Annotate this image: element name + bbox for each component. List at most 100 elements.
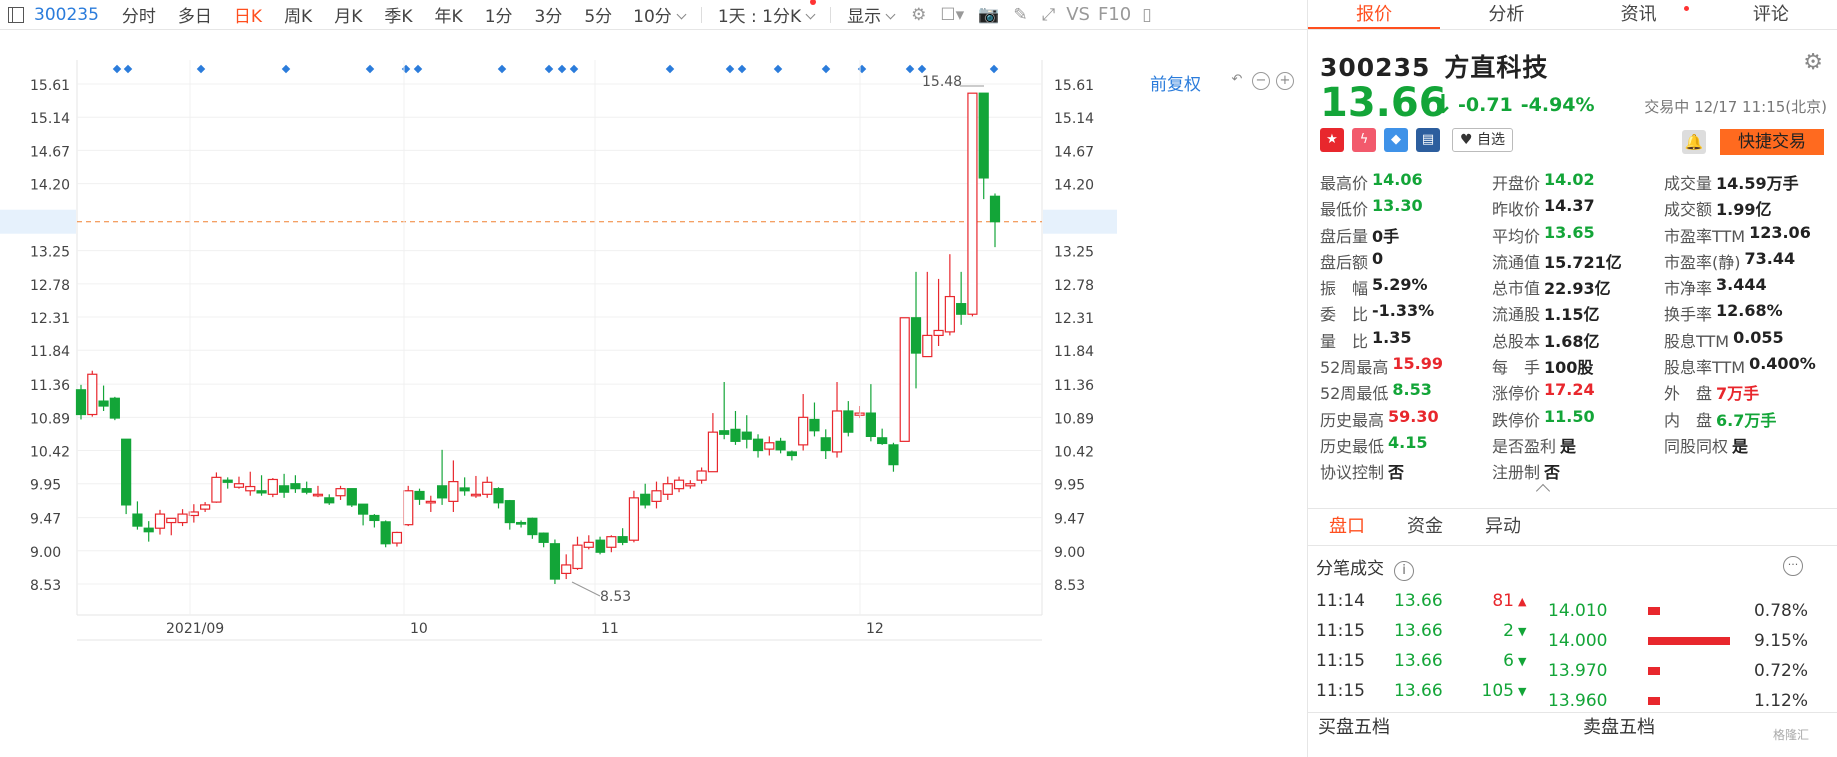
zoom-in-icon[interactable]: + — [1276, 72, 1294, 90]
quote-cell: 52周最高 15.99 — [1320, 354, 1492, 380]
indicator-select-icon[interactable]: ☐▾ — [940, 5, 964, 25]
trade-time: 11:14 — [1316, 591, 1365, 611]
quote-tabs: 报价 分析 资讯 评论 — [1308, 0, 1837, 30]
quote-key: 市盈率(静) — [1664, 252, 1741, 272]
interval-label: 1天 : 1分K — [717, 7, 802, 27]
y-tick-right: 15.14 — [1054, 111, 1094, 127]
candle-body — [730, 428, 741, 442]
quote-cell: 成交量 14.59万手 — [1664, 170, 1836, 196]
tab-0[interactable]: 报价 — [1308, 0, 1441, 29]
price-tag-left — [0, 209, 76, 234]
tab-3[interactable]: 评论 — [1705, 0, 1837, 29]
book-bar — [1648, 637, 1738, 645]
bell-icon[interactable]: 🔔 — [1682, 130, 1706, 154]
book-price: 13.960 — [1548, 691, 1608, 706]
y-tick-left: 10.89 — [30, 411, 70, 427]
display-select[interactable]: 显示 — [847, 2, 894, 27]
toolbar-item-3[interactable]: 周K — [284, 7, 312, 27]
stock-code[interactable]: 300235 — [34, 5, 99, 25]
candle-body — [470, 493, 482, 497]
gear-icon[interactable]: ⚙ — [911, 5, 926, 25]
trade-marker — [401, 64, 411, 74]
sidebar-icon[interactable]: ▯ — [1142, 5, 1151, 25]
quote-value: 100股 — [1544, 358, 1594, 378]
pen-icon[interactable]: ✎ — [1013, 5, 1027, 25]
quick-trade-button[interactable]: 快捷交易 — [1720, 129, 1824, 155]
toolbar-item-0[interactable]: 分时 — [122, 7, 156, 27]
trade-marker — [281, 64, 291, 74]
zoom-out-icon[interactable]: − — [1252, 72, 1270, 90]
add-watchlist-button[interactable]: ♥ 自选 — [1452, 128, 1514, 152]
book-bar — [1648, 667, 1738, 675]
quote-row: 协议控制否注册制否 — [1320, 459, 1836, 485]
subtab-0[interactable]: 盘口 — [1308, 509, 1386, 545]
trade-marker — [569, 64, 579, 74]
y-tick-right: 9.47 — [1054, 512, 1085, 528]
toolbar-item-5[interactable]: 季K — [384, 7, 412, 27]
quote-key: 同股同权 — [1664, 436, 1729, 456]
undo-icon[interactable]: ↶ — [1228, 72, 1246, 90]
stock-header: 300235 方直科技 — [1320, 48, 1548, 84]
quote-key: 股息TTM — [1664, 331, 1730, 351]
y-tick-left: 14.67 — [30, 144, 70, 160]
info-icon[interactable]: i — [1394, 561, 1414, 581]
candle-body — [888, 444, 899, 466]
collapse-icon[interactable] — [1535, 483, 1551, 499]
quote-key: 总市值 — [1492, 279, 1541, 299]
f10-button[interactable]: F10 — [1098, 4, 1131, 25]
quote-cell: 开盘价 14.02 — [1492, 170, 1664, 196]
ticks-list[interactable]: 11:14 13.66 81 ▲ 11:15 13.66 2 ▼ 11:15 13.66 6 ▼ 11:… — [1308, 586, 1837, 706]
book-pct: 0.72% — [1753, 661, 1808, 681]
interval-select[interactable]: 1天 : 1分K — [717, 0, 817, 27]
quote-value: 13.65 — [1544, 222, 1595, 242]
note-icon[interactable]: ▤ — [1416, 128, 1440, 152]
tab-1[interactable]: 分析 — [1440, 0, 1572, 29]
camera-icon[interactable]: 📷 — [978, 5, 999, 25]
settings-icon[interactable]: ⚙ — [1803, 50, 1823, 75]
trade-marker — [497, 64, 507, 74]
quote-row: 委 比 -1.33% 流通股 1.15亿 换手率 12.68% — [1320, 301, 1836, 327]
trade-price: 13.66 — [1394, 591, 1443, 611]
subtab-1[interactable]: 资金 — [1386, 509, 1464, 545]
more-icon[interactable]: ··· — [1783, 556, 1803, 576]
toolbar-item-10[interactable]: 10分 — [633, 7, 685, 27]
trade-marker — [773, 64, 783, 74]
toolbar-item-8[interactable]: 3分 — [535, 7, 563, 27]
y-tick-right: 8.53 — [1054, 578, 1085, 594]
vs-button[interactable]: VS — [1066, 4, 1090, 25]
quote-value: 是 — [1732, 436, 1749, 456]
x-label: 11 — [601, 621, 619, 637]
divider — [700, 6, 702, 23]
candle-body — [222, 479, 233, 483]
book-row: 14.010 0.78% — [1538, 596, 1837, 626]
panel-toggle-icon[interactable] — [8, 6, 24, 23]
quote-row: 历史最高 59.30 跌停价 11.50 内 盘 6.7万手 — [1320, 407, 1836, 433]
quote-key: 注册制 — [1492, 463, 1541, 483]
candle-body — [583, 541, 594, 548]
add-watch-label: 自选 — [1477, 132, 1506, 148]
divider — [830, 6, 832, 23]
candle-body — [640, 493, 651, 506]
quote-row: 52周最高 15.99 每 手 100股 股息率TTM 0.400% — [1320, 354, 1836, 380]
detail-tabs: 盘口 资金 异动 — [1308, 508, 1837, 546]
x-label: 12 — [866, 621, 884, 637]
kline-chart[interactable]: 15.61 15.61 15.14 15.14 14.67 14.67 14.20 14.20… — [0, 30, 1307, 757]
candle-body — [245, 485, 256, 492]
quote-key: 历史最高 — [1320, 410, 1385, 430]
tab-2[interactable]: 资讯 — [1573, 0, 1705, 29]
quote-cell: 最低价 13.30 — [1320, 196, 1492, 222]
candle-body — [290, 483, 301, 490]
fullscreen-icon[interactable]: ⤢ — [1042, 5, 1056, 25]
book-tab-0[interactable]: 买盘五档 — [1308, 713, 1573, 757]
candle-body — [121, 438, 132, 506]
toolbar-item-2[interactable]: 日K — [234, 7, 262, 27]
adjust-button[interactable]: 前复权 — [1150, 70, 1201, 95]
subtab-2[interactable]: 异动 — [1464, 509, 1542, 545]
toolbar-item-7[interactable]: 1分 — [485, 7, 513, 27]
toolbar-item-9[interactable]: 5分 — [584, 7, 612, 27]
toolbar-item-1[interactable]: 多日 — [178, 7, 212, 27]
y-tick-left: 9.95 — [30, 478, 61, 494]
toolbar-item-4[interactable]: 月K — [334, 7, 362, 27]
book-pct: 1.12% — [1753, 691, 1808, 706]
toolbar-item-6[interactable]: 年K — [435, 7, 463, 27]
